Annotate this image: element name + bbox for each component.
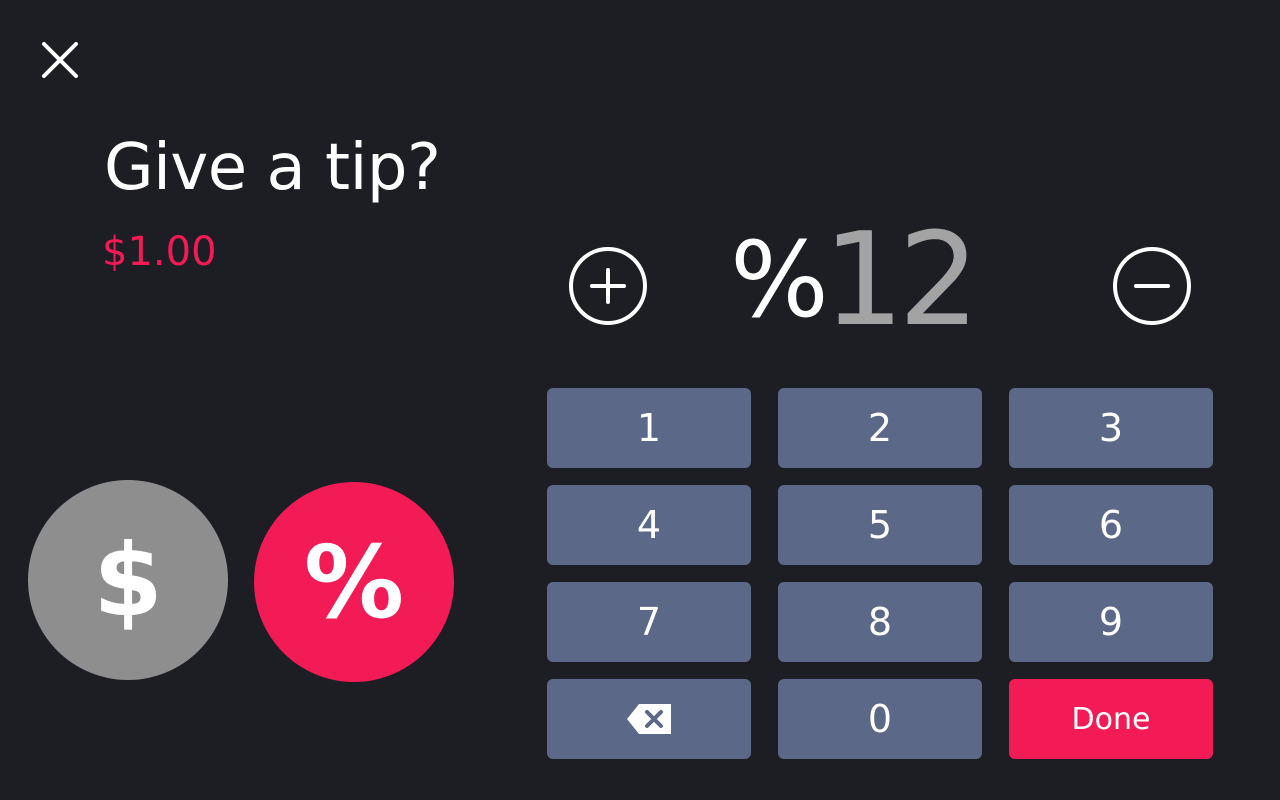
key-5[interactable]: 5 <box>778 485 982 565</box>
done-button[interactable]: Done <box>1009 679 1213 759</box>
dollar-mode-button[interactable]: $ <box>28 480 228 680</box>
plus-circle-icon <box>569 247 647 325</box>
percent-mode-label: % <box>303 523 405 641</box>
tip-value: 12 <box>822 205 980 355</box>
tip-unit: % <box>730 219 829 341</box>
key-8[interactable]: 8 <box>778 582 982 662</box>
increment-button[interactable] <box>568 246 648 326</box>
tip-screen: Give a tip? $1.00 $ % % 12 1 2 3 4 5 6 7… <box>0 0 1280 800</box>
key-3[interactable]: 3 <box>1009 388 1213 468</box>
key-1[interactable]: 1 <box>547 388 751 468</box>
close-button[interactable] <box>38 38 82 82</box>
key-0[interactable]: 0 <box>778 679 982 759</box>
key-6[interactable]: 6 <box>1009 485 1213 565</box>
close-icon <box>42 42 78 78</box>
decrement-button[interactable] <box>1112 246 1192 326</box>
backspace-icon <box>627 704 671 734</box>
dollar-mode-label: $ <box>93 521 163 639</box>
key-4[interactable]: 4 <box>547 485 751 565</box>
backspace-button[interactable] <box>547 679 751 759</box>
key-2[interactable]: 2 <box>778 388 982 468</box>
key-9[interactable]: 9 <box>1009 582 1213 662</box>
key-7[interactable]: 7 <box>547 582 751 662</box>
page-title: Give a tip? <box>104 131 441 205</box>
percent-mode-button[interactable]: % <box>254 482 454 682</box>
tip-value-display: % 12 <box>730 206 980 355</box>
tip-amount: $1.00 <box>102 229 217 275</box>
minus-circle-icon <box>1113 247 1191 325</box>
numeric-keypad: 1 2 3 4 5 6 7 8 9 0 Done <box>547 388 1213 759</box>
